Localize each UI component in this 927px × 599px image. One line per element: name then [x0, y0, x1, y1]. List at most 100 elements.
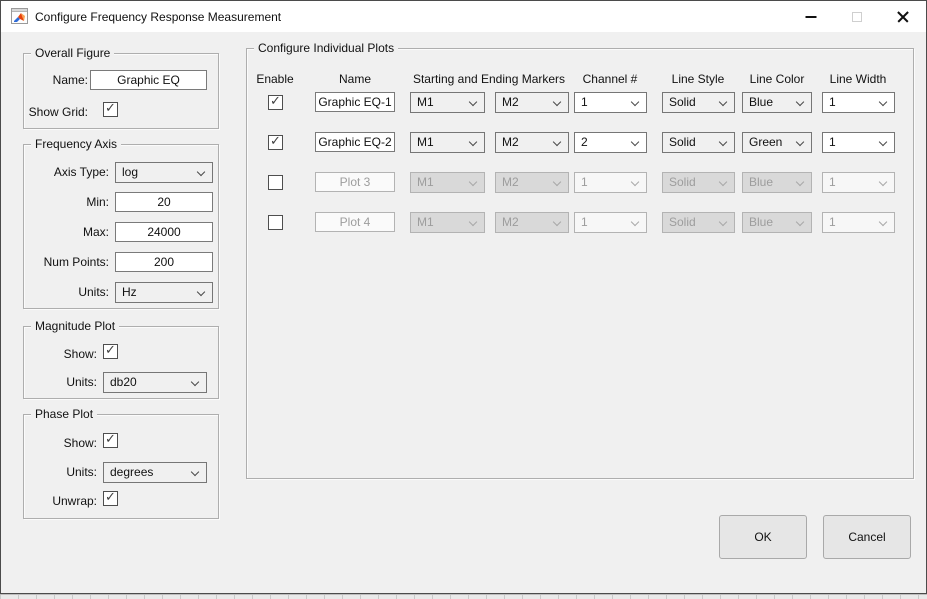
line-color-value: Blue — [749, 213, 773, 232]
line-color-select[interactable]: Blue — [742, 92, 812, 113]
maximize-button — [834, 1, 880, 32]
maximize-icon — [852, 12, 862, 22]
icon-titlebar — [12, 9, 27, 12]
magnitude-units-value: db20 — [110, 373, 137, 392]
chevron-down-icon — [553, 178, 561, 186]
start-marker-select[interactable]: M1 — [410, 172, 485, 193]
axis-type-select[interactable]: log — [115, 162, 213, 183]
start-marker-value: M1 — [417, 173, 434, 192]
line-width-select[interactable]: 1 — [822, 132, 895, 153]
phase-show-label: Show: — [26, 436, 97, 451]
channel-select[interactable]: 1 — [574, 92, 647, 113]
end-marker-select[interactable]: M2 — [495, 92, 569, 113]
check-icon: ✓ — [270, 94, 281, 109]
figure-name-value: Graphic EQ — [117, 73, 180, 87]
freq-max-field[interactable]: 24000 — [115, 222, 213, 242]
close-button[interactable] — [880, 1, 926, 32]
line-color-select[interactable]: Blue — [742, 172, 812, 193]
close-icon — [897, 11, 909, 23]
magnitude-show-checkbox[interactable]: ✓ — [103, 344, 118, 359]
line-style-select[interactable]: Solid — [662, 92, 735, 113]
line-width-select[interactable]: 1 — [822, 212, 895, 233]
individual-plots-group: Configure Individual Plots Enable Name S… — [246, 48, 914, 479]
axis-type-value: log — [122, 163, 138, 182]
freq-max-label: Max: — [26, 225, 109, 240]
titlebar[interactable]: Configure Frequency Response Measurement — [1, 1, 926, 32]
end-marker-select[interactable]: M2 — [495, 132, 569, 153]
chevron-down-icon — [469, 138, 477, 146]
phase-units-select[interactable]: degrees — [103, 462, 207, 483]
freq-units-select[interactable]: Hz — [115, 282, 213, 303]
ok-button[interactable]: OK — [719, 515, 807, 559]
plot-enable-checkbox[interactable]: ✓ — [268, 95, 283, 110]
chevron-down-icon — [469, 178, 477, 186]
chevron-down-icon — [796, 98, 804, 106]
end-marker-select[interactable]: M2 — [495, 212, 569, 233]
line-style-select[interactable]: Solid — [662, 212, 735, 233]
overall-figure-group: Overall Figure Name: Graphic EQ Show Gri… — [23, 53, 219, 129]
phase-units-label: Units: — [26, 465, 97, 480]
unwrap-checkbox[interactable]: ✓ — [103, 491, 118, 506]
magnitude-units-label: Units: — [26, 375, 97, 390]
cancel-button[interactable]: Cancel — [823, 515, 911, 559]
channel-select[interactable]: 1 — [574, 212, 647, 233]
chevron-down-icon — [879, 98, 887, 106]
phase-units-value: degrees — [110, 463, 153, 482]
plot-name-field[interactable]: Graphic EQ-2 — [315, 132, 395, 152]
matlab-figure-icon — [11, 8, 28, 24]
line-style-select[interactable]: Solid — [662, 172, 735, 193]
line-style-value: Solid — [669, 173, 696, 192]
minimize-button[interactable] — [788, 1, 834, 32]
show-grid-checkbox[interactable]: ✓ — [103, 102, 118, 117]
figure-name-field[interactable]: Graphic EQ — [90, 70, 207, 90]
line-width-value: 1 — [829, 213, 836, 232]
start-marker-select[interactable]: M1 — [410, 132, 485, 153]
magnitude-plot-group-title: Magnitude Plot — [31, 319, 119, 333]
end-marker-value: M2 — [502, 133, 519, 152]
start-marker-value: M1 — [417, 93, 434, 112]
chevron-down-icon — [469, 98, 477, 106]
plot-name-value: Plot 3 — [340, 175, 371, 189]
line-style-column-header: Line Style — [672, 72, 725, 86]
plot-name-value: Plot 4 — [340, 215, 371, 229]
chevron-down-icon — [796, 178, 804, 186]
channel-column-header: Channel # — [583, 72, 638, 86]
freq-max-value: 24000 — [147, 225, 180, 239]
line-style-select[interactable]: Solid — [662, 132, 735, 153]
plot-row: ✓ Plot 4 M1 M2 1 Solid Blue 1 — [247, 212, 913, 233]
plot-enable-checkbox[interactable]: ✓ — [268, 175, 283, 190]
phase-plot-group: Phase Plot Show: ✓ Units: degrees Unwrap… — [23, 414, 219, 519]
start-marker-select[interactable]: M1 — [410, 92, 485, 113]
num-points-field[interactable]: 200 — [115, 252, 213, 272]
channel-value: 1 — [581, 213, 588, 232]
plot-name-field[interactable]: Graphic EQ-1 — [315, 92, 395, 112]
chevron-down-icon — [553, 98, 561, 106]
plot-enable-checkbox[interactable]: ✓ — [268, 135, 283, 150]
chevron-down-icon — [631, 138, 639, 146]
freq-min-field[interactable]: 20 — [115, 192, 213, 212]
line-width-select[interactable]: 1 — [822, 92, 895, 113]
end-marker-value: M2 — [502, 93, 519, 112]
line-width-value: 1 — [829, 133, 836, 152]
channel-value: 1 — [581, 173, 588, 192]
plot-enable-checkbox[interactable]: ✓ — [268, 215, 283, 230]
channel-select[interactable]: 1 — [574, 172, 647, 193]
magnitude-units-select[interactable]: db20 — [103, 372, 207, 393]
plot-row: ✓ Plot 3 M1 M2 1 Solid Blue 1 — [247, 172, 913, 193]
line-style-value: Solid — [669, 93, 696, 112]
line-color-column-header: Line Color — [750, 72, 805, 86]
line-color-select[interactable]: Green — [742, 132, 812, 153]
name-column-header: Name — [339, 72, 371, 86]
channel-select[interactable]: 2 — [574, 132, 647, 153]
plot-name-field[interactable]: Plot 3 — [315, 172, 395, 192]
figure-name-label: Name: — [26, 73, 88, 88]
end-marker-select[interactable]: M2 — [495, 172, 569, 193]
plot-name-field[interactable]: Plot 4 — [315, 212, 395, 232]
line-width-select[interactable]: 1 — [822, 172, 895, 193]
minimize-icon — [806, 16, 817, 18]
line-color-select[interactable]: Blue — [742, 212, 812, 233]
phase-plot-group-title: Phase Plot — [31, 407, 97, 421]
start-marker-select[interactable]: M1 — [410, 212, 485, 233]
line-width-value: 1 — [829, 93, 836, 112]
phase-show-checkbox[interactable]: ✓ — [103, 433, 118, 448]
